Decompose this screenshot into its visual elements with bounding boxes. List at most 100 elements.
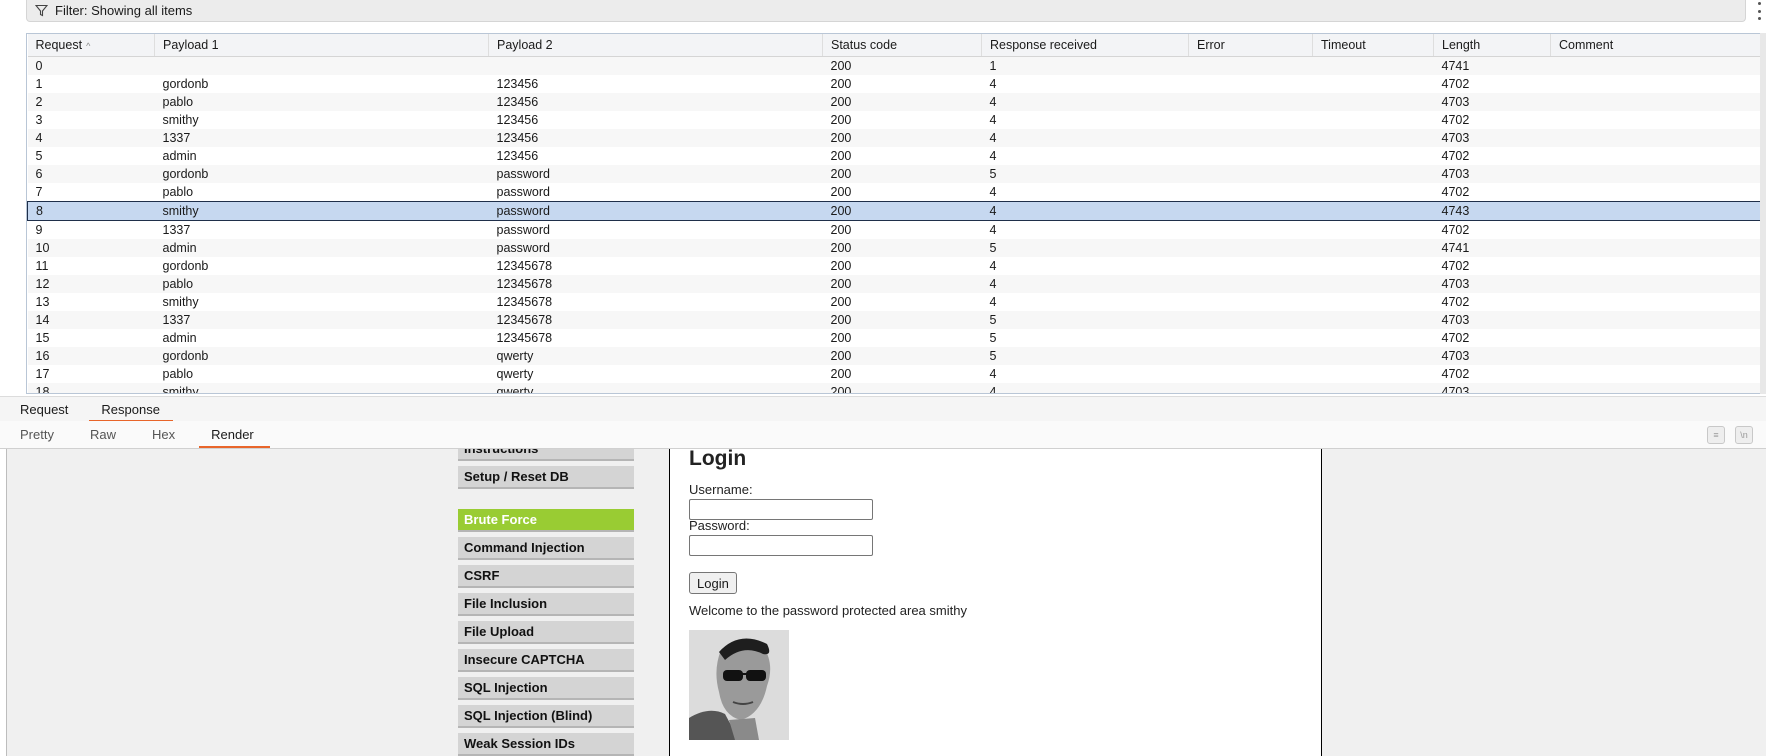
table-cell: 4 <box>981 257 1189 275</box>
menu-item-weak-session-ids[interactable]: Weak Session IDs <box>458 733 634 756</box>
table-row[interactable]: 15 admin 12345678 200 5 4702 <box>27 329 1763 347</box>
tab-response[interactable]: Response <box>81 397 173 422</box>
menu-item-file-upload[interactable]: File Upload <box>458 621 634 644</box>
table-row[interactable]: 8 smithy password 200 4 4743 <box>27 201 1763 221</box>
table-row[interactable]: 12 pablo 12345678 200 4 4703 <box>27 275 1763 293</box>
table-row[interactable]: 9 1337 password 200 4 4702 <box>27 220 1763 239</box>
more-options-icon[interactable] <box>1756 2 1762 20</box>
table-cell: 4 <box>981 111 1189 129</box>
table-row[interactable]: 5 admin 123456 200 4 4702 <box>27 147 1763 165</box>
login-button[interactable]: Login <box>689 572 737 594</box>
table-row[interactable]: 18 smithy qwerty 200 4 4703 <box>27 383 1763 393</box>
menu-item-file-inclusion[interactable]: File Inclusion <box>458 593 634 616</box>
table-cell <box>1312 293 1434 311</box>
column-header-comment[interactable]: Comment <box>1550 34 1763 57</box>
table-cell: 4703 <box>1433 93 1551 111</box>
table-row[interactable]: 11 gordonb 12345678 200 4 4702 <box>27 257 1763 275</box>
table-cell: gordonb <box>154 347 489 365</box>
table-cell <box>1188 147 1313 165</box>
table-cell: password <box>488 220 823 239</box>
table-cell: 200 <box>822 201 982 221</box>
menu-item-csrf[interactable]: CSRF <box>458 565 634 588</box>
column-header-request[interactable]: Request ^ <box>27 34 155 57</box>
table-cell <box>1550 183 1763 202</box>
wrap-lines-icon[interactable]: ≡ <box>1707 426 1725 444</box>
table-cell: 12345678 <box>488 311 823 329</box>
newline-icon[interactable]: \n <box>1735 426 1753 444</box>
filter-icon <box>35 3 51 19</box>
column-header-timeout[interactable]: Timeout <box>1312 34 1434 57</box>
table-row[interactable]: 0 200 1 4741 <box>27 56 1763 75</box>
table-row[interactable]: 3 smithy 123456 200 4 4702 <box>27 111 1763 129</box>
table-row[interactable]: 7 pablo password 200 4 4702 <box>27 183 1763 202</box>
tab-raw[interactable]: Raw <box>70 421 132 448</box>
column-header-error[interactable]: Error <box>1188 34 1313 57</box>
table-cell <box>1188 93 1313 111</box>
table-cell: pablo <box>154 183 489 202</box>
menu-item-sql-injection-blind[interactable]: SQL Injection (Blind) <box>458 705 634 728</box>
table-cell <box>1312 75 1434 93</box>
table-cell <box>1550 329 1763 347</box>
table-cell: 123456 <box>488 111 823 129</box>
table-cell: 5 <box>27 147 155 165</box>
table-cell: 200 <box>822 293 982 311</box>
table-cell <box>1312 311 1434 329</box>
table-cell: 4741 <box>1433 239 1551 257</box>
tab-render[interactable]: Render <box>191 421 270 448</box>
column-header-status-code[interactable]: Status code <box>822 34 982 57</box>
menu-item-sql-injection[interactable]: SQL Injection <box>458 677 634 700</box>
column-header-response-received[interactable]: Response received <box>981 34 1189 57</box>
filter-bar[interactable]: Filter: Showing all items <box>26 0 1746 22</box>
table-cell <box>1312 183 1434 202</box>
table-cell: 4 <box>981 275 1189 293</box>
table-scrollbar[interactable] <box>1760 33 1766 394</box>
table-cell <box>1188 56 1313 75</box>
column-header-length[interactable]: Length <box>1433 34 1551 57</box>
table-row[interactable]: 4 1337 123456 200 4 4703 <box>27 129 1763 147</box>
table-cell <box>1188 129 1313 147</box>
table-cell: 4703 <box>1433 165 1551 183</box>
menu-item-setup-reset-db[interactable]: Setup / Reset DB <box>458 466 634 489</box>
tab-request[interactable]: Request <box>0 397 81 422</box>
column-header-payload-1[interactable]: Payload 1 <box>154 34 489 57</box>
table-cell <box>1188 220 1313 239</box>
table-cell: 200 <box>822 220 982 239</box>
menu-item-insecure-captcha[interactable]: Insecure CAPTCHA <box>458 649 634 672</box>
table-cell: 11 <box>27 257 155 275</box>
table-cell: 200 <box>822 129 982 147</box>
table-row[interactable]: 16 gordonb qwerty 200 5 4703 <box>27 347 1763 365</box>
column-header-payload-2[interactable]: Payload 2 <box>488 34 823 57</box>
table-row[interactable]: 2 pablo 123456 200 4 4703 <box>27 93 1763 111</box>
table-cell: qwerty <box>488 383 823 393</box>
table-cell <box>1312 257 1434 275</box>
table-cell <box>1312 93 1434 111</box>
password-field[interactable] <box>689 535 873 556</box>
tab-hex[interactable]: Hex <box>132 421 191 448</box>
table-cell <box>1550 129 1763 147</box>
menu-item-instructions[interactable]: Instructions <box>458 449 634 461</box>
tab-pretty[interactable]: Pretty <box>0 421 70 448</box>
table-row[interactable]: 10 admin password 200 5 4741 <box>27 239 1763 257</box>
table-cell <box>1550 257 1763 275</box>
table-cell: 3 <box>27 111 155 129</box>
table-cell: 4 <box>981 293 1189 311</box>
table-cell: qwerty <box>488 347 823 365</box>
table-cell <box>1550 239 1763 257</box>
table-cell <box>1550 275 1763 293</box>
menu-item-command-injection[interactable]: Command Injection <box>458 537 634 560</box>
table-cell: qwerty <box>488 365 823 383</box>
menu-item-brute-force[interactable]: Brute Force <box>458 509 634 532</box>
table-row[interactable]: 6 gordonb password 200 5 4703 <box>27 165 1763 183</box>
table-cell: 12345678 <box>488 257 823 275</box>
table-cell: 5 <box>981 165 1189 183</box>
table-cell: password <box>488 239 823 257</box>
table-row[interactable]: 13 smithy 12345678 200 4 4702 <box>27 293 1763 311</box>
table-cell: 14 <box>27 311 155 329</box>
table-row[interactable]: 14 1337 12345678 200 5 4703 <box>27 311 1763 329</box>
table-row[interactable]: 1 gordonb 123456 200 4 4702 <box>27 75 1763 93</box>
table-row[interactable]: 17 pablo qwerty 200 4 4702 <box>27 365 1763 383</box>
table-cell: pablo <box>154 365 489 383</box>
table-cell: 4702 <box>1433 147 1551 165</box>
username-field[interactable] <box>689 499 873 520</box>
table-cell: 5 <box>981 329 1189 347</box>
